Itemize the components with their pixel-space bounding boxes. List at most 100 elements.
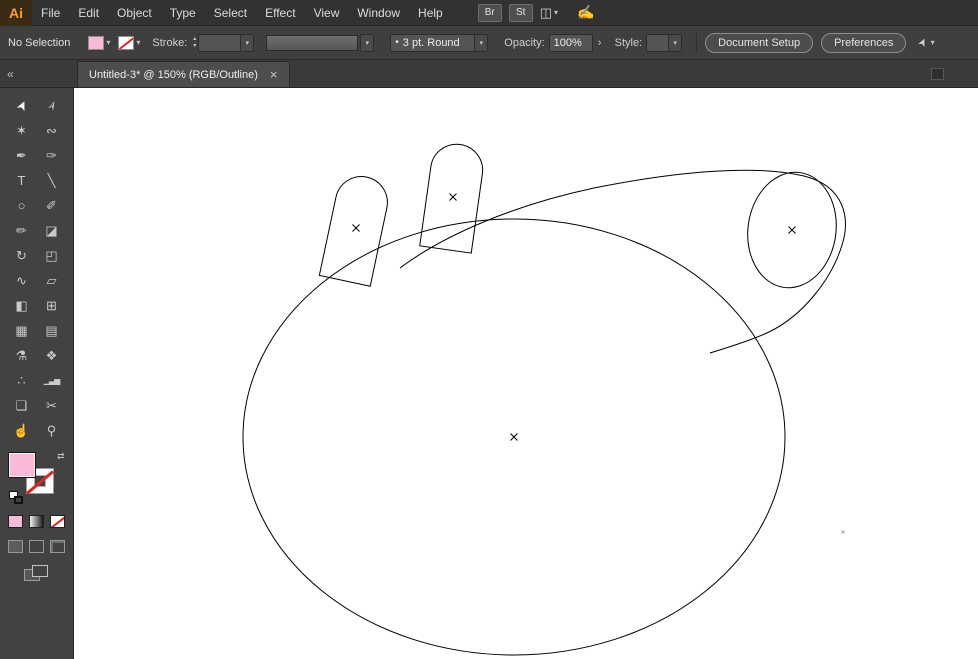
opacity-label[interactable]: Opacity: [504,37,544,49]
tool-symbol-sprayer[interactable]: ∴ [7,368,37,393]
collapse-panel-icon: « [7,66,14,81]
touch-workspace-icon[interactable]: ✍ [577,4,594,21]
chevron-down-icon[interactable]: ▾ [360,33,375,52]
menu-view[interactable]: View [305,6,349,20]
graphic-style-combo[interactable]: ▾ [646,33,683,52]
brush-definition-value: 3 pt. Round [402,36,460,49]
chevron-down-icon[interactable]: ▾ [668,33,683,52]
chevron-down-icon: ▾ [106,38,111,47]
stroke-weight-stepper[interactable]: ▴ ▾ [193,34,196,52]
bridge-button[interactable]: Br [477,3,502,22]
fill-stroke-indicator: ⇄ [7,451,67,505]
tool-pen[interactable]: ✒ [7,143,37,168]
menu-window[interactable]: Window [348,6,409,20]
color-type-buttons [8,515,65,528]
shape-head-curve[interactable] [399,169,846,354]
stepper-down-icon[interactable]: ▾ [193,43,196,50]
tool-free-transform[interactable]: ▱ [37,268,67,293]
tool-type[interactable]: T [7,168,37,193]
tool-perspective-grid[interactable]: ⊞ [37,293,67,318]
tool-slice[interactable]: ✂ [37,393,67,418]
stroke-weight-combo[interactable]: ▾ [198,33,255,52]
menu-type[interactable]: Type [161,6,205,20]
tool-pencil[interactable]: ✏ [7,218,37,243]
tool-eraser[interactable]: ◪ [37,218,67,243]
style-label[interactable]: Style: [615,37,643,49]
tool-gradient[interactable]: ▤ [37,318,67,343]
pointer-options-button[interactable]: ➤ ▾ [916,35,935,50]
stroke-weight-field[interactable] [198,33,241,52]
fill-indicator-swatch[interactable] [7,452,36,478]
app-logo[interactable]: Ai [0,0,32,26]
color-button[interactable] [8,515,23,528]
tool-ellipse[interactable]: ○ [7,193,37,218]
tool-eyedropper[interactable]: ⚗ [7,343,37,368]
collapsed-panel-dock-button[interactable] [931,68,944,80]
draw-inside-button[interactable] [50,540,65,553]
tool-shape-builder[interactable]: ◧ [7,293,37,318]
document-tab-title: Untitled-3* @ 150% (RGB/Outline) [89,68,258,81]
tool-zoom[interactable]: ⚲ [37,418,67,443]
tool-scale[interactable]: ◰ [37,243,67,268]
drawing-mode-buttons [8,540,65,553]
collapse-tools-panel-button[interactable]: « [0,60,74,87]
default-fill-stroke-icon[interactable] [8,491,25,505]
document-setup-button[interactable]: Document Setup [705,32,814,53]
close-icon[interactable]: × [270,67,278,82]
draw-behind-button[interactable] [29,540,44,553]
none-button[interactable] [50,515,65,528]
arrange-documents-icon: ◫ [539,4,553,20]
stroke-color-swatch[interactable] [118,35,135,50]
width-profile-combo[interactable]: ▾ [266,33,375,52]
stock-button[interactable]: St [508,3,533,22]
menu-effect[interactable]: Effect [256,6,304,20]
menu-object[interactable]: Object [108,6,161,20]
tool-mesh[interactable]: ▦ [7,318,37,343]
brush-definition-combo[interactable]: • 3 pt. Round ▾ [390,33,489,52]
selection-status: No Selection [8,36,71,49]
chevron-down-icon: ▾ [136,38,141,47]
tool-blend[interactable]: ❖ [37,343,67,368]
arrange-documents-button[interactable]: ◫ ▾ [540,5,558,21]
preferences-button[interactable]: Preferences [821,32,907,53]
tool-width[interactable]: ∿ [7,268,37,293]
fill-color-dropdown[interactable]: ▾ [88,35,111,50]
tool-curvature[interactable]: ✑ [37,143,67,168]
stepper-up-icon[interactable]: ▴ [193,36,196,43]
illustrator-window: Ai File Edit Object Type Select Effect View Win… [0,0,978,659]
artboard-svg[interactable] [74,88,978,659]
menu-select[interactable]: Select [205,6,256,20]
gradient-button[interactable] [29,515,44,528]
screen-mode-icon-overlay [31,565,48,577]
tool-rotate[interactable]: ↻ [7,243,37,268]
chevron-down-icon[interactable]: ▾ [240,33,255,52]
shape-left-ear[interactable] [318,172,392,287]
menu-edit[interactable]: Edit [69,6,108,20]
menu-file[interactable]: File [32,6,69,20]
chevron-down-icon: ▾ [554,8,559,17]
brush-definition-field[interactable]: • 3 pt. Round [390,33,475,52]
canvas-area[interactable] [74,88,978,659]
opacity-disclosure-icon[interactable]: › [593,34,607,52]
tool-column-graph[interactable]: ▁▃▅ [37,368,67,393]
draw-normal-button[interactable] [8,540,23,553]
tool-paintbrush[interactable]: ✐ [37,193,67,218]
pointer-options-icon: ➤ [916,35,931,50]
fill-color-swatch[interactable] [88,35,105,50]
width-profile-preview[interactable] [266,34,359,51]
tool-artboard[interactable]: ❏ [7,393,37,418]
graphic-style-field[interactable] [646,33,669,52]
tool-line-segment[interactable]: ╲ [37,168,67,193]
center-point-marker [788,226,796,234]
default-stroke-swatch [13,496,23,504]
tool-hand[interactable]: ☝ [7,418,37,443]
opacity-field[interactable]: 100% [548,33,593,52]
document-tab[interactable]: Untitled-3* @ 150% (RGB/Outline) × [77,61,290,87]
stroke-label[interactable]: Stroke: [152,37,187,49]
menu-items: File Edit Object Type Select Effect View Window… [32,0,452,25]
swap-fill-stroke-icon[interactable]: ⇄ [57,451,65,462]
stroke-color-dropdown[interactable]: ▾ [118,35,141,50]
menu-help[interactable]: Help [409,6,452,20]
chevron-down-icon[interactable]: ▾ [474,33,489,52]
change-screen-mode-button[interactable] [23,565,50,582]
